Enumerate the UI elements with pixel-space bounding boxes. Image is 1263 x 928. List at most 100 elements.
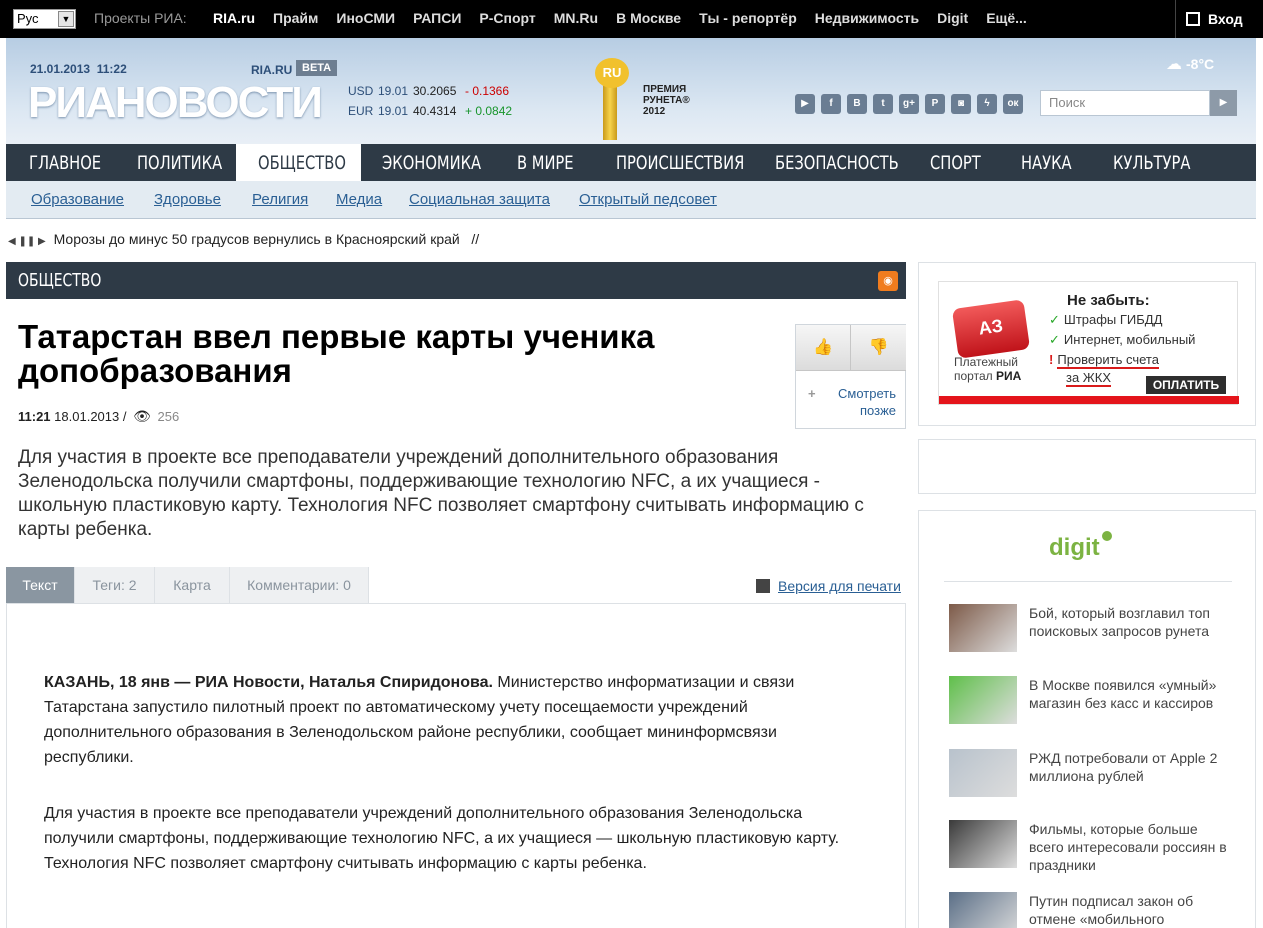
- lightning-icon[interactable]: ϟ: [977, 94, 997, 114]
- odnoklassniki-icon[interactable]: ок: [1003, 94, 1023, 114]
- nav-item-society[interactable]: ОБЩЕСТВО: [258, 144, 346, 181]
- rate-date: 19.01: [378, 104, 409, 118]
- ticker-headline[interactable]: Морозы до минус 50 градусов вернулись в …: [54, 231, 460, 247]
- checkmark-icon: ✓: [1049, 312, 1060, 327]
- project-link-prime[interactable]: Прайм: [273, 10, 318, 26]
- ad-item: ✓ Штрафы ГИБДД: [1049, 312, 1162, 328]
- nav-item-economy[interactable]: ЭКОНОМИКА: [382, 144, 481, 181]
- vk-icon[interactable]: B: [847, 94, 867, 114]
- site-header: 21.01.2013 11:22 РИАНОВОСТИ RIA.RU BETA …: [6, 38, 1256, 144]
- print-version-link[interactable]: Версия для печати: [756, 578, 901, 594]
- payment-portal-line: Платежный: [954, 355, 1018, 369]
- project-link-rapsi[interactable]: РАПСИ: [413, 10, 461, 26]
- nav-item-culture[interactable]: КУЛЬТУРА: [1113, 144, 1190, 181]
- tab-tags[interactable]: Теги: 2: [75, 567, 155, 603]
- digit-news-item[interactable]: Путин подписал закон об отмене «мобильно…: [949, 892, 1239, 928]
- watch-later-label: Смотреть позже: [838, 386, 896, 418]
- language-select[interactable]: Рус ▼: [13, 9, 76, 29]
- nav-item-sport[interactable]: СПОРТ: [930, 144, 981, 181]
- login-button[interactable]: Вход: [1175, 0, 1263, 38]
- article-meta: 11:21 18.01.2013 / 👁 256: [18, 408, 179, 425]
- digit-logo-icon: [1101, 531, 1112, 541]
- subnav-item-health[interactable]: Здоровье: [154, 191, 221, 208]
- nav-item-politics[interactable]: ПОЛИТИКА: [137, 144, 222, 181]
- dislike-button[interactable]: 👎: [851, 325, 906, 371]
- award-text: ПРЕМИЯ РУНЕТА® 2012: [643, 84, 690, 117]
- rate-value: 40.4314: [413, 104, 457, 118]
- nav-item-security[interactable]: БЕЗОПАСНОСТЬ: [775, 144, 899, 181]
- weather-widget[interactable]: ☁ -8°C: [1166, 54, 1214, 74]
- googleplus-icon[interactable]: g+: [899, 94, 919, 114]
- rate-value: 30.2065: [413, 84, 457, 98]
- article-title: Татарстан ввел первые карты ученика допо…: [18, 318, 655, 389]
- beta-badge: BETA: [296, 60, 338, 76]
- nav-item-world[interactable]: В МИРЕ: [517, 144, 574, 181]
- plus-icon: +: [808, 386, 816, 401]
- digit-news-item[interactable]: Бой, который возглавил топ поисковых зап…: [949, 604, 1239, 664]
- top-bar: Рус ▼ Проекты РИА: RIA.ru Прайм ИноСМИ РАПС…: [0, 0, 1263, 38]
- digit-news-item[interactable]: Фильмы, которые больше всего интересовал…: [949, 820, 1239, 880]
- site-logo[interactable]: РИАНОВОСТИ: [28, 78, 323, 128]
- weather-temp: -8°C: [1186, 56, 1215, 72]
- subnav-item-education[interactable]: Образование: [31, 191, 124, 208]
- ad-item: ! Проверить счета: [1049, 352, 1159, 369]
- digit-news-item[interactable]: В Москве появился «умный» магазин без ка…: [949, 676, 1239, 736]
- section-title[interactable]: ОБЩЕСТВО: [18, 270, 101, 291]
- nav-item-main[interactable]: ГЛАВНОЕ: [29, 144, 101, 181]
- digit-logo-text: digit: [1049, 534, 1100, 561]
- digit-logo[interactable]: digit: [1049, 531, 1112, 562]
- ad-red-stripe: [939, 396, 1239, 404]
- rate-eur: EUR 19.01 40.4314 + 0.0842: [348, 104, 512, 118]
- subnav-item-media[interactable]: Медиа: [336, 191, 382, 208]
- article-paragraph: Для участия в проекте все преподаватели …: [44, 805, 840, 872]
- section-header: ОБЩЕСТВО ◉: [6, 262, 906, 299]
- ticker-separator: //: [471, 231, 480, 247]
- tab-map[interactable]: Карта: [155, 567, 230, 603]
- rate-change: - 0.1366: [465, 84, 510, 98]
- header-datetime: 21.01.2013 11:22: [30, 62, 127, 76]
- twitter-icon[interactable]: t: [873, 94, 893, 114]
- project-link-mnru[interactable]: MN.Ru: [554, 10, 598, 26]
- search-button[interactable]: ▶: [1210, 90, 1237, 116]
- rss-icon[interactable]: ◉: [878, 271, 898, 291]
- project-link-riaru[interactable]: RIA.ru: [213, 10, 255, 26]
- language-select-value: Рус: [17, 11, 39, 26]
- nav-item-science[interactable]: НАУКА: [1021, 144, 1072, 181]
- facebook-icon[interactable]: f: [821, 94, 841, 114]
- project-link-digit[interactable]: Digit: [937, 10, 968, 26]
- tab-comments[interactable]: Комментарии: 0: [230, 567, 369, 603]
- search-input[interactable]: Поиск: [1040, 90, 1210, 116]
- youtube-icon[interactable]: ▶: [795, 94, 815, 114]
- pinterest-icon[interactable]: P: [925, 94, 945, 114]
- subnav-item-social-protection[interactable]: Социальная защита: [409, 191, 550, 208]
- project-link-vmoskve[interactable]: В Москве: [616, 10, 681, 26]
- nav-item-incidents[interactable]: ПРОИСШЕСТВИЯ: [616, 144, 744, 181]
- instagram-icon[interactable]: ◙: [951, 94, 971, 114]
- project-link-realty[interactable]: Недвижимость: [815, 10, 919, 26]
- main-nav: ГЛАВНОЕ ПОЛИТИКА ОБЩЕСТВО ЭКОНОМИКА В МИ…: [6, 144, 1256, 181]
- project-link-rsport[interactable]: Р-Спорт: [479, 10, 535, 26]
- like-button[interactable]: 👍: [796, 325, 851, 371]
- payment-ad-banner[interactable]: АЗ Платежный портал РИА Не забыть: ✓ Штра…: [938, 281, 1239, 405]
- ad-box: АЗ Платежный портал РИА Не забыть: ✓ Штра…: [918, 262, 1256, 426]
- tab-text[interactable]: Текст: [6, 567, 75, 603]
- project-link-reporter[interactable]: Ты - репортёр: [699, 10, 797, 26]
- ad-item: за ЖКХ: [1066, 370, 1112, 387]
- watch-later-button[interactable]: + Смотреть позже: [808, 385, 896, 419]
- ad-item: ✓ Интернет, мобильный: [1049, 332, 1195, 348]
- article-time: 11:21: [18, 409, 51, 424]
- subnav-item-open-council[interactable]: Открытый педсовет: [579, 191, 717, 208]
- ticker-controls-icon[interactable]: ◀ ❚❚ ▶: [8, 236, 46, 247]
- project-link-inosmi[interactable]: ИноСМИ: [336, 10, 395, 26]
- runet-award-logo[interactable]: RU: [593, 58, 633, 142]
- digit-news-item[interactable]: РЖД потребовали от Apple 2 миллиона рубл…: [949, 749, 1239, 809]
- search-arrow-icon: ▶: [1219, 97, 1228, 108]
- pay-button[interactable]: ОПЛАТИТЬ: [1146, 376, 1226, 394]
- news-ticker: ◀ ❚❚ ▶ Морозы до минус 50 градусов верну…: [8, 231, 479, 247]
- project-link-more[interactable]: Ещё...: [986, 10, 1027, 26]
- subnav-item-religion[interactable]: Религия: [252, 191, 308, 208]
- rate-usd: USD 19.01 30.2065 - 0.1366: [348, 84, 509, 98]
- thumbs-up-icon: 👍: [813, 339, 833, 356]
- ad-item-text: Проверить счета: [1057, 352, 1159, 369]
- news-thumbnail: [949, 820, 1017, 868]
